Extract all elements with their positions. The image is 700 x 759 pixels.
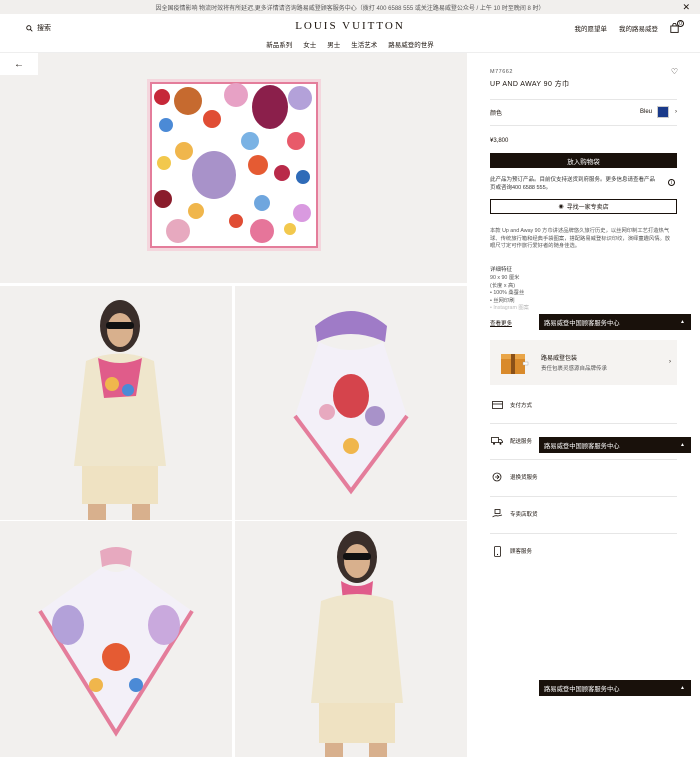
main-nav: 新品系列 女士 男士 生活艺术 路易威登的世界 — [0, 39, 700, 49]
model-image-2 — [311, 531, 403, 757]
gallery-image-tied[interactable] — [235, 286, 467, 520]
model-image — [74, 300, 166, 520]
packaging-card[interactable]: 路易威登包装 责任包裹灵感源自品牌传承 › — [490, 340, 677, 385]
customer-service-bar[interactable]: 路易威登中国顾客服务中心 ▲ — [539, 314, 691, 330]
scarf-flat-image — [147, 79, 321, 251]
nav-item-men[interactable]: 男士 — [327, 39, 340, 49]
chevron-right-icon: › — [669, 359, 671, 365]
chevron-up-icon: ▲ — [680, 685, 685, 691]
site-header: 搜索 LOUIS VUITTON 新品系列 女士 男士 生活艺术 路易威登的世界… — [0, 14, 700, 52]
packaging-subtitle: 责任包裹灵感源自品牌传承 — [541, 366, 608, 372]
find-store-button[interactable]: ◉ 寻找一家专卖店 — [490, 199, 677, 214]
product-description: 本款 Up and Away 90 方巾讲述品牌悠久旅行历史，以丝网印制工艺打造… — [490, 228, 671, 249]
product-panel: M77662 ♡ UP AND AWAY 90 方巾 颜色 Bleu › ¥3,… — [467, 53, 700, 759]
add-to-cart-button[interactable]: 放入购物袋 — [490, 153, 677, 168]
truck-icon — [491, 437, 503, 445]
packaging-title: 路易威登包装 — [541, 356, 578, 362]
wishlist-link[interactable]: 我的愿望单 — [575, 23, 608, 33]
service-customer-care[interactable]: 顾客服务 — [490, 537, 677, 565]
detail-line: (长度 x 高) — [490, 282, 516, 289]
credit-card-icon — [491, 401, 503, 409]
divider — [490, 423, 677, 424]
color-value: Bleu — [639, 109, 652, 115]
view-more-link[interactable]: 查看更多 — [490, 319, 512, 327]
detail-line: • 100% 桑蚕丝 — [490, 290, 525, 296]
color-swatch — [657, 106, 669, 118]
nav-item-world[interactable]: 路易威登的世界 — [388, 39, 434, 49]
announcement-banner: 因全国疫情影响 物流时效将有所延迟,更多详情请咨询路易威登顾客服务中心（拨打 4… — [0, 0, 700, 14]
service-returns[interactable]: 退换货服务 — [490, 463, 677, 491]
service-bar-label: 路易威登中国顾客服务中心 — [544, 685, 620, 693]
gallery-image-folded[interactable] — [0, 521, 232, 757]
chevron-up-icon: ▲ — [680, 319, 685, 325]
find-store-label: 寻找一家专卖店 — [566, 205, 609, 211]
color-selector[interactable]: 颜色 Bleu › — [490, 105, 677, 119]
location-pin-icon: ◉ — [558, 204, 564, 210]
divider — [490, 533, 677, 534]
detail-line: • Instagram 图案 — [490, 305, 529, 311]
banner-text: 因全国疫情影响 物流时效将有所延迟,更多详情请咨询路易威登顾客服务中心（拨打 4… — [155, 5, 545, 12]
service-payment[interactable]: 支付方式 — [490, 391, 677, 419]
arrow-left-icon: ← — [14, 58, 24, 70]
customer-service-bar[interactable]: 路易威登中国顾客服务中心 ▲ — [539, 680, 691, 696]
shopping-bag-button[interactable]: 0 — [670, 20, 684, 33]
service-label: 退换货服务 — [510, 475, 538, 481]
service-label: 支付方式 — [510, 403, 533, 409]
customer-service-bar[interactable]: 路易威登中国顾客服务中心 ▲ — [539, 437, 691, 453]
service-bar-label: 路易威登中国顾客服务中心 — [544, 442, 620, 450]
product-gallery: ← — [0, 53, 467, 759]
cart-count-badge: 0 — [677, 20, 684, 27]
service-label: 专卖店取货 — [510, 512, 538, 518]
divider — [490, 125, 677, 126]
nav-item-living[interactable]: 生活艺术 — [351, 39, 377, 49]
details-list: 90 x 90 厘米 (长度 x 高) • 100% 桑蚕丝 • 丝网印刷 • … — [490, 275, 529, 313]
color-label: 颜色 — [490, 110, 503, 117]
product-sku: M77662 — [490, 69, 513, 75]
gallery-image-model-neck[interactable] — [235, 521, 467, 757]
product-price: ¥3,800 — [490, 138, 509, 144]
scarf-tied-image — [293, 311, 409, 495]
chevron-up-icon: ▲ — [680, 442, 685, 448]
gift-box-icon — [501, 354, 529, 374]
gallery-image-model-front[interactable] — [0, 286, 232, 520]
nav-item-women[interactable]: 女士 — [303, 39, 316, 49]
returns-icon — [492, 472, 502, 482]
hand-pickup-icon — [491, 509, 502, 518]
details-heading: 详细特征 — [490, 267, 513, 273]
service-label: 顾客服务 — [510, 549, 533, 555]
header-actions: 我的愿望单 我的路易威登 0 — [575, 20, 684, 33]
detail-line: • 丝网印刷 — [490, 297, 515, 304]
service-store-pickup[interactable]: 专卖店取货 — [490, 500, 677, 528]
close-icon[interactable]: ✕ — [682, 2, 690, 12]
preorder-notice: 此产品为预订产品。目前仅支持送货到府服务。更多信息请查看产品页或咨询400 65… — [490, 177, 656, 191]
info-icon[interactable]: i — [668, 179, 675, 186]
service-bar-label: 路易威登中国顾客服务中心 — [544, 319, 620, 327]
divider — [490, 459, 677, 460]
heart-icon[interactable]: ♡ — [671, 67, 678, 76]
nav-item-new[interactable]: 新品系列 — [266, 39, 292, 49]
detail-line: 90 x 90 厘米 — [490, 275, 520, 281]
divider — [490, 496, 677, 497]
back-button[interactable]: ← — [0, 53, 38, 75]
product-title: UP AND AWAY 90 方巾 — [490, 81, 570, 88]
scarf-folded-image — [38, 547, 194, 737]
my-account-link[interactable]: 我的路易威登 — [619, 23, 658, 33]
divider — [490, 99, 677, 100]
phone-icon — [493, 545, 501, 557]
gallery-image-main[interactable] — [0, 53, 467, 283]
chevron-right-icon: › — [675, 109, 677, 115]
service-label: 配送服务 — [510, 439, 533, 445]
